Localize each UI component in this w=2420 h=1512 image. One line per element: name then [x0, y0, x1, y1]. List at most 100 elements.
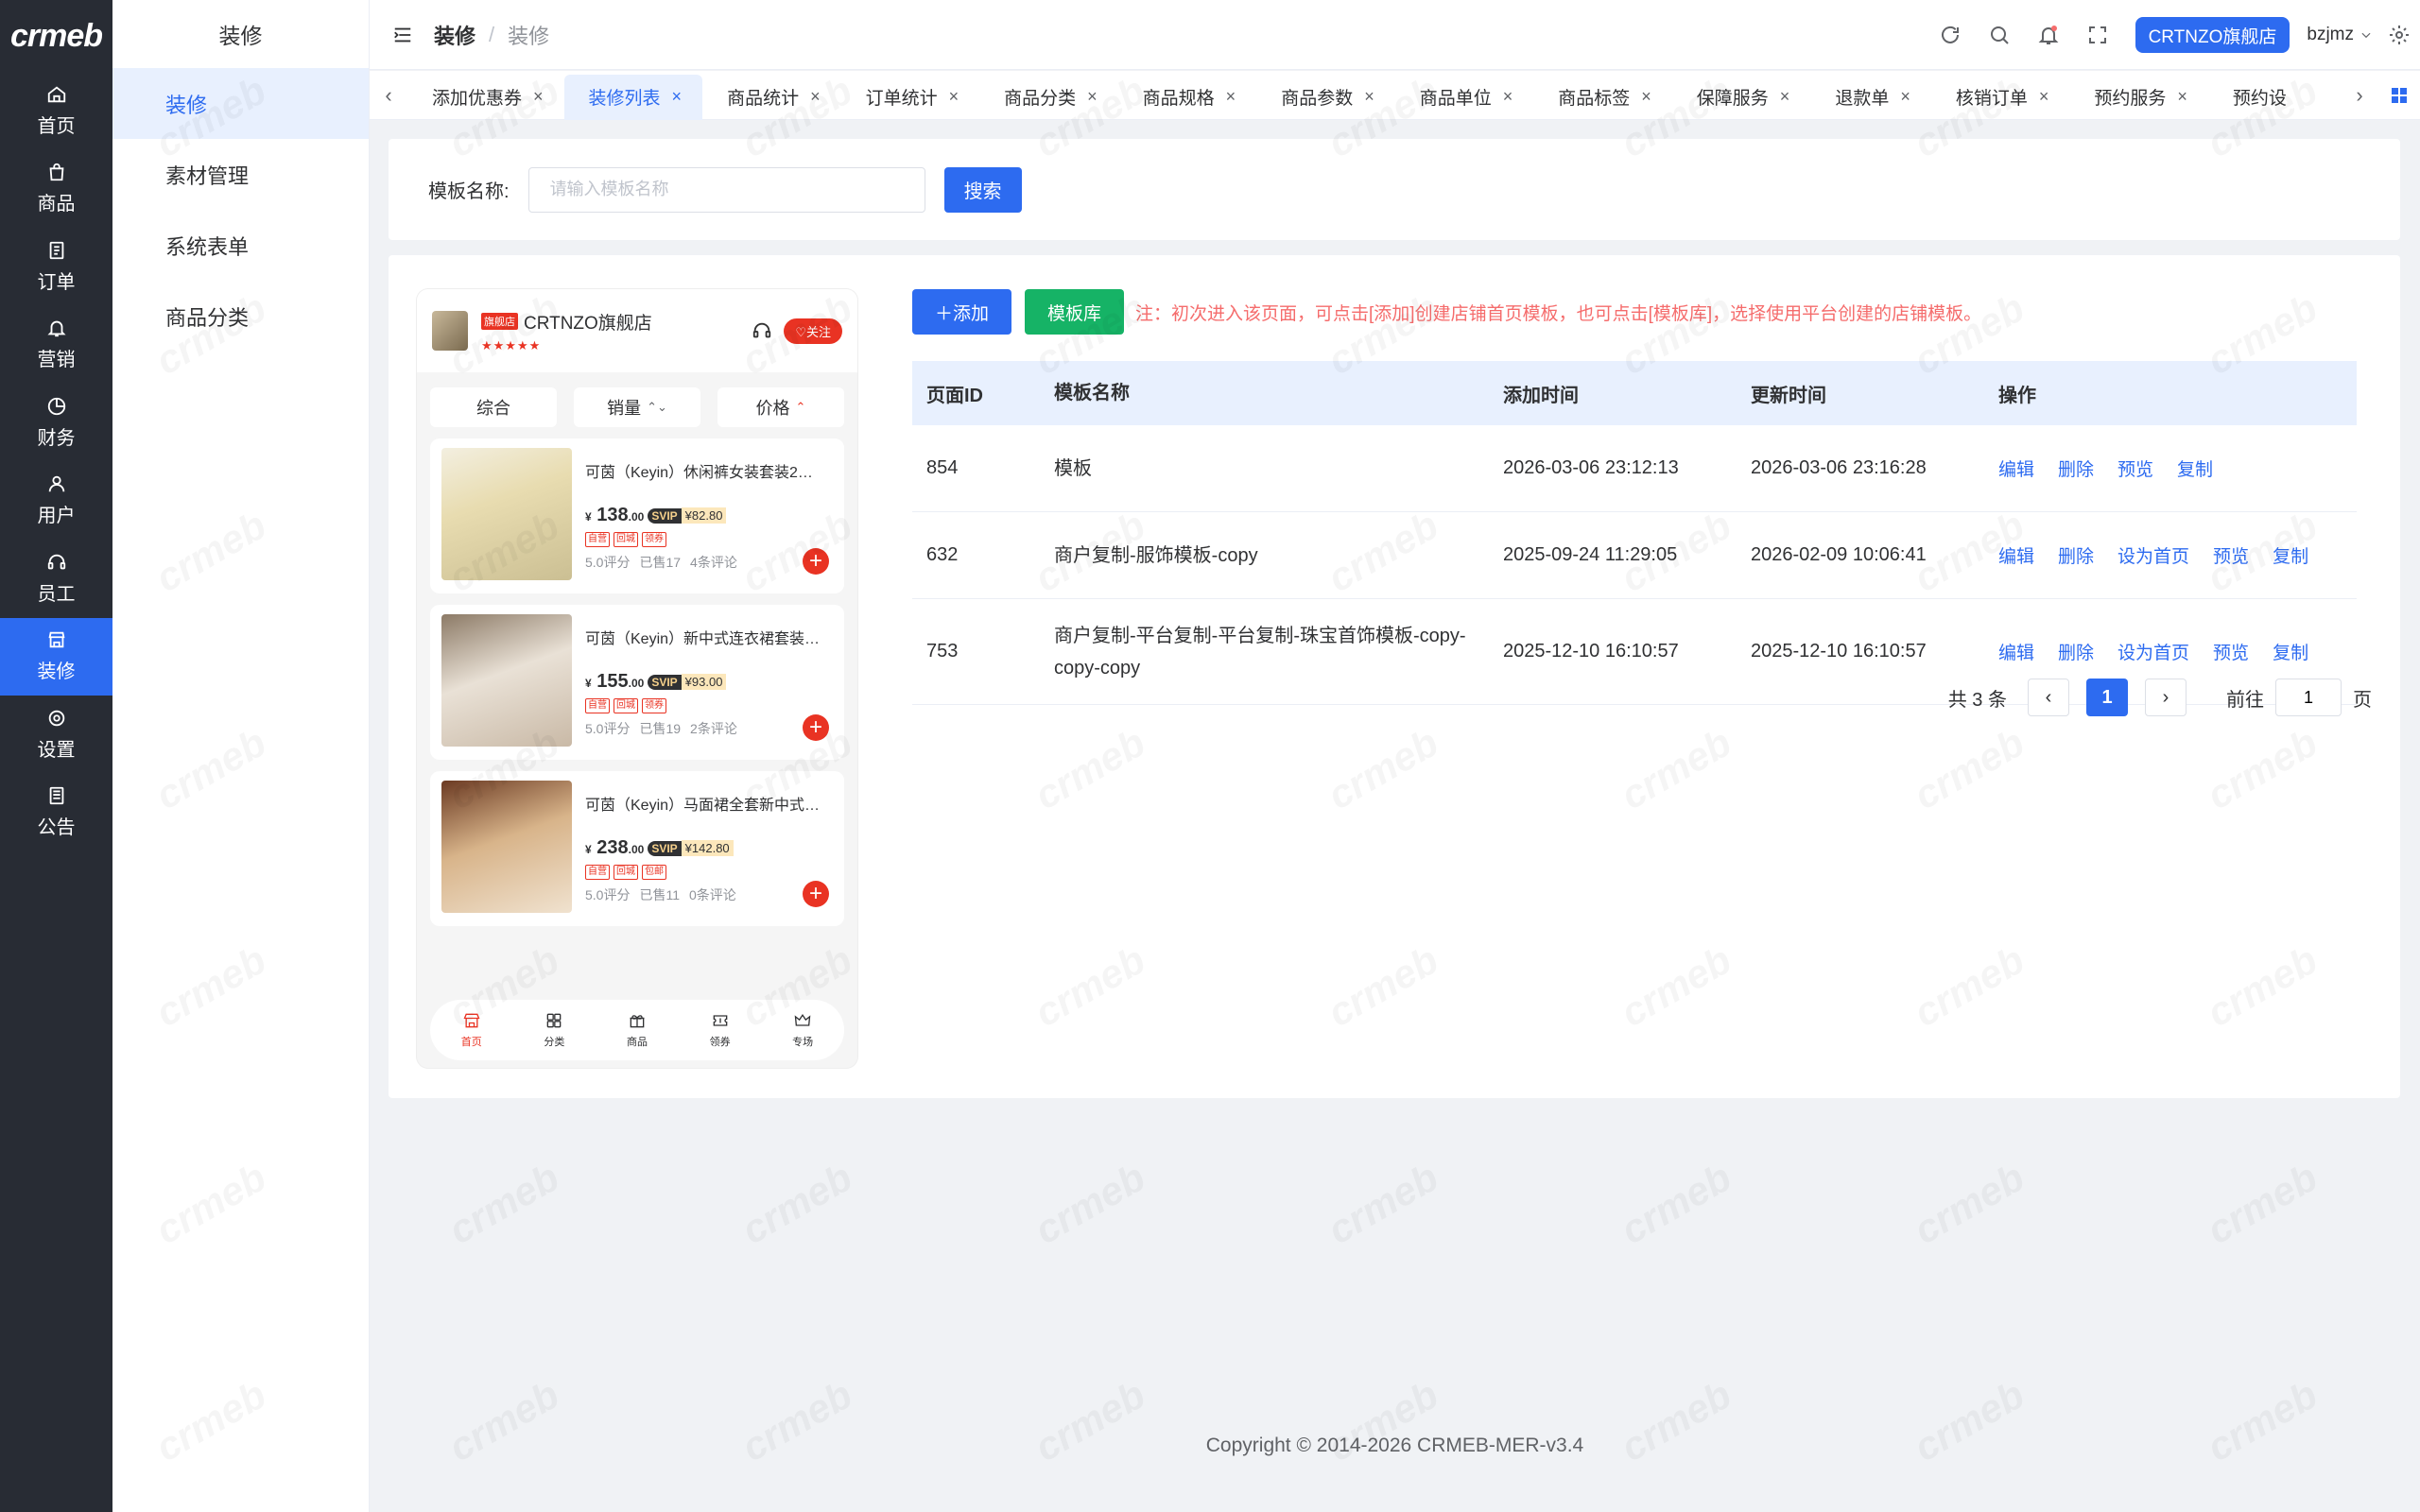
brand-logo[interactable]: crmeb	[0, 0, 112, 72]
row-action-link[interactable]: 复制	[2273, 542, 2308, 568]
preview-nav-item[interactable]: 首页	[461, 1011, 482, 1049]
sort-price[interactable]: 价格 ⌃	[717, 387, 844, 427]
next-page-icon[interactable]: ›	[2145, 679, 2187, 716]
rail-item[interactable]: 员工	[0, 540, 112, 618]
add-to-cart-icon[interactable]: +	[803, 714, 829, 741]
rail-item[interactable]: 营销	[0, 306, 112, 385]
watermark: crmeb	[1906, 1155, 2031, 1254]
tab-item[interactable]: 添加优惠券 ×	[407, 75, 564, 120]
prev-page-icon[interactable]: ‹	[2028, 679, 2069, 716]
sort-all[interactable]: 综合	[430, 387, 557, 427]
follow-button[interactable]: ♡关注	[784, 318, 842, 344]
add-to-cart-icon[interactable]: +	[803, 881, 829, 907]
tab-item[interactable]: 商品规格 ×	[1118, 75, 1257, 120]
tab-scroll-left-icon[interactable]: ‹	[370, 71, 407, 120]
menu-fold-icon[interactable]	[392, 25, 413, 45]
rail-item[interactable]: 公告	[0, 774, 112, 852]
rail-item[interactable]: 装修	[0, 617, 112, 696]
product-card[interactable]: 可茵（Keyin）马面裙全套新中式… ¥ 238.00 SVIP ¥142.80 自营回…	[430, 771, 844, 926]
gear-icon[interactable]	[2388, 24, 2411, 46]
close-icon[interactable]: ×	[672, 87, 683, 107]
close-icon[interactable]: ×	[1364, 87, 1374, 107]
sort-sales[interactable]: 销量 ⌃⌄	[574, 387, 700, 427]
row-action-link[interactable]: 设为首页	[2118, 542, 2189, 568]
search-icon[interactable]	[1988, 24, 2011, 46]
close-icon[interactable]: ×	[1900, 87, 1910, 107]
customer-service-icon[interactable]	[752, 320, 772, 341]
close-icon[interactable]: ×	[2039, 87, 2049, 107]
preview-nav-item[interactable]: 分类	[544, 1011, 564, 1049]
template-library-button[interactable]: 模板库	[1025, 289, 1125, 335]
refresh-icon[interactable]	[1939, 24, 1962, 46]
row-action-link[interactable]: 编辑	[1998, 455, 2034, 481]
tab-item[interactable]: 商品单位 ×	[1395, 75, 1534, 120]
submenu-item[interactable]: 商品分类	[112, 281, 369, 352]
tab-item[interactable]: 保障服务 ×	[1672, 75, 1811, 120]
cell-actions: 编辑 删除 设为首页 预览 复制	[1984, 639, 2357, 664]
close-icon[interactable]: ×	[1226, 87, 1236, 107]
page-number-current[interactable]: 1	[2086, 679, 2128, 716]
tab-item[interactable]: 订单统计 ×	[841, 75, 980, 120]
goto-page-input[interactable]	[2275, 679, 2342, 716]
tab-item[interactable]: 商品参数 ×	[1256, 75, 1395, 120]
row-action-link[interactable]: 删除	[2058, 542, 2094, 568]
breadcrumb-item[interactable]: 装修	[434, 20, 475, 50]
tab-menu-grid-icon[interactable]	[2378, 71, 2420, 120]
cell-actions: 编辑 删除 设为首页 预览 复制	[1984, 542, 2357, 568]
tab-item[interactable]: 预约设	[2208, 75, 2308, 120]
close-icon[interactable]: ×	[949, 87, 959, 107]
search-button[interactable]: 搜索	[943, 166, 1022, 213]
tab-item[interactable]: 退款单 ×	[1810, 75, 1931, 120]
row-action-link[interactable]: 编辑	[1998, 639, 2034, 664]
template-name-input[interactable]	[527, 166, 925, 213]
row-action-link[interactable]: 预览	[2213, 639, 2249, 664]
submenu-item[interactable]: 素材管理	[112, 139, 369, 210]
row-action-link[interactable]: 删除	[2058, 639, 2094, 664]
close-icon[interactable]: ×	[1503, 87, 1513, 107]
rail-item[interactable]: 订单	[0, 228, 112, 306]
rail-item[interactable]: 用户	[0, 462, 112, 541]
product-card[interactable]: 可茵（Keyin）新中式连衣裙套装… ¥ 155.00 SVIP ¥93.00 自营 回城…	[430, 605, 844, 760]
rail-item[interactable]: 首页	[0, 72, 112, 150]
row-action-link[interactable]: 预览	[2213, 542, 2249, 568]
row-action-link[interactable]: 设为首页	[2118, 639, 2189, 664]
tab-label: 保障服务	[1696, 89, 1769, 109]
preview-nav-item[interactable]: 专场	[792, 1011, 813, 1049]
add-template-button[interactable]: ＋添加	[912, 289, 1012, 335]
rail-item[interactable]: 设置	[0, 696, 112, 774]
rail-item-label: 公告	[37, 817, 76, 839]
cell-created: 2026-03-06 23:12:13	[1503, 457, 1679, 478]
submenu-item[interactable]: 系统表单	[112, 210, 369, 281]
rail-item[interactable]: 财务	[0, 384, 112, 462]
close-icon[interactable]: ×	[1087, 87, 1098, 107]
row-action-link[interactable]: 删除	[2058, 455, 2094, 481]
close-icon[interactable]: ×	[810, 87, 821, 107]
tab-item[interactable]: 商品标签 ×	[1533, 75, 1672, 120]
tab-item[interactable]: 核销订单 ×	[1931, 75, 2070, 120]
row-action-link[interactable]: 复制	[2177, 455, 2213, 481]
row-action-link[interactable]: 编辑	[1998, 542, 2034, 568]
close-icon[interactable]: ×	[1780, 87, 1790, 107]
fullscreen-icon[interactable]	[2086, 24, 2109, 46]
submenu-item[interactable]: 装修	[112, 68, 369, 139]
tab-item[interactable]: 商品统计 ×	[702, 75, 841, 120]
tab-item[interactable]: 装修列表 ×	[563, 74, 703, 120]
rail-item[interactable]: 商品	[0, 150, 112, 229]
product-card[interactable]: 可茵（Keyin）休闲裤女装套装2… ¥ 138.00 SVIP ¥82.80 自营 回城…	[430, 438, 844, 593]
tab-scroll-right-icon[interactable]: ›	[2341, 71, 2378, 120]
preview-nav-item[interactable]: 商品	[627, 1011, 648, 1049]
row-action-link[interactable]: 预览	[2118, 455, 2153, 481]
close-icon[interactable]: ×	[2177, 87, 2187, 107]
tab-item[interactable]: 预约服务 ×	[2069, 75, 2208, 120]
close-icon[interactable]: ×	[533, 87, 544, 107]
store-switch-button[interactable]: CRTNZO旗舰店	[2135, 17, 2290, 53]
notification-bell-icon[interactable]	[2037, 24, 2060, 46]
tab-item[interactable]: 商品分类 ×	[979, 75, 1118, 120]
sort-arrows-icon: ⌃⌄	[647, 400, 667, 414]
preview-nav-item[interactable]: 领券	[710, 1011, 731, 1049]
chevron-down-icon[interactable]	[2360, 28, 2373, 42]
add-to-cart-icon[interactable]: +	[803, 548, 829, 575]
username[interactable]: bzjmz	[2307, 25, 2354, 45]
row-action-link[interactable]: 复制	[2273, 639, 2308, 664]
close-icon[interactable]: ×	[1641, 87, 1651, 107]
